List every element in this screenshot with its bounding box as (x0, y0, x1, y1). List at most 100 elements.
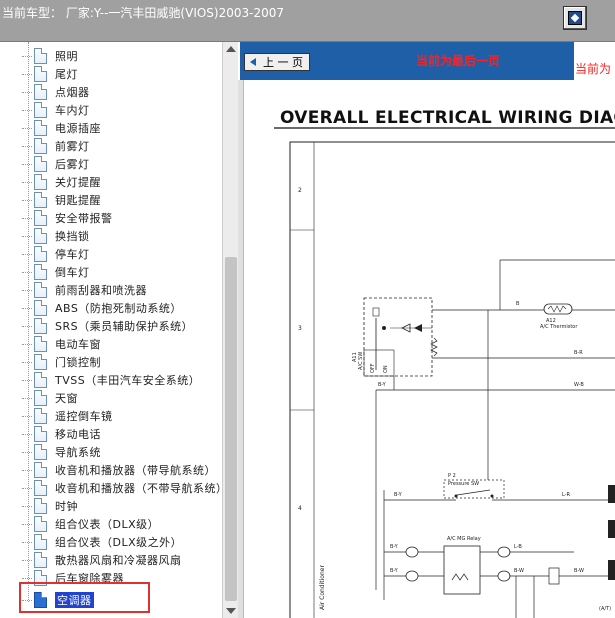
document-icon (34, 192, 47, 208)
tree-connector (22, 397, 32, 399)
tree-item[interactable]: 点烟器 (22, 83, 90, 101)
tree-item[interactable]: TVSS（丰田汽车安全系统） (22, 371, 200, 389)
tree-item[interactable]: 尾灯 (22, 65, 78, 83)
wire-l-r: L-R (562, 492, 571, 498)
document-icon (34, 246, 47, 262)
scroll-up-icon[interactable] (226, 46, 236, 52)
tree-item-label: 导航系统 (55, 446, 101, 459)
wire-w-b: W-B (574, 382, 584, 388)
tree-item[interactable]: 门锁控制 (22, 353, 101, 371)
last-page-status: 当前为最后一页 (416, 54, 501, 68)
tree-connector (22, 307, 32, 309)
tree-item[interactable]: 车内灯 (22, 101, 90, 119)
tree-connector (22, 343, 32, 345)
document-icon (34, 138, 47, 154)
tree-item[interactable]: 收音机和播放器（带导航系统） (22, 461, 216, 479)
wiring-diagram: OVERALL ELECTRICAL WIRING DIAGR 2 3 4 Ai… (244, 80, 615, 618)
tree-item-label: 停车灯 (55, 248, 90, 261)
document-icon (34, 372, 47, 388)
document-icon (34, 462, 47, 478)
tree-item[interactable]: 照明 (22, 47, 78, 65)
tree-connector (22, 505, 32, 507)
off-label: OFF (370, 363, 376, 373)
toggle-view-button[interactable] (563, 6, 587, 30)
document-icon (34, 156, 47, 172)
tree-item-label: 倒车灯 (55, 266, 90, 279)
row-marker-3: 3 (298, 325, 302, 332)
tree-item[interactable]: 前雾灯 (22, 137, 90, 155)
tree-connector (22, 271, 32, 273)
scroll-thumb[interactable] (225, 257, 237, 601)
tree-connector (22, 469, 32, 471)
prev-page-label: 上 一 页 (263, 56, 303, 69)
tree-item[interactable]: 移动电话 (22, 425, 101, 443)
tree-item[interactable]: 时钟 (22, 497, 78, 515)
diagram-viewer: 上 一 页 当前为最后一页 当前为 OVERALL ELECTRICAL WIR… (238, 42, 615, 618)
tree-item[interactable]: 组合仪表（DLX级之外） (22, 533, 182, 551)
document-icon (34, 354, 47, 370)
tree-item[interactable]: 安全带报警 (22, 209, 113, 227)
tree-item[interactable]: 倒车灯 (22, 263, 90, 281)
tree-item-label: 关灯提醒 (55, 176, 101, 189)
wire-b-y-1: B-Y (378, 382, 387, 388)
document-icon (34, 318, 47, 334)
tree-item-label: 尾灯 (55, 68, 78, 81)
scroll-down-icon[interactable] (226, 608, 236, 614)
tree-connector (22, 163, 32, 165)
wire-b-y-2: B-Y (394, 492, 403, 498)
document-icon (34, 48, 47, 64)
document-icon (34, 120, 47, 136)
tree-item[interactable]: 导航系统 (22, 443, 101, 461)
tree-connector (22, 289, 32, 291)
tree-item[interactable]: 遥控倒车镜 (22, 407, 113, 425)
tree-connector (22, 55, 32, 57)
tree-connector (22, 73, 32, 75)
document-icon (34, 210, 47, 226)
tree-item[interactable]: 换挡锁 (22, 227, 90, 245)
tree-item-label: 收音机和播放器（带导航系统） (55, 464, 216, 477)
page-nav-bar: 上 一 页 当前为最后一页 当前为 (238, 42, 615, 80)
tree-item[interactable]: 电动车窗 (22, 335, 101, 353)
tree-item[interactable]: SRS（乘员辅助保护系统） (22, 317, 193, 335)
tree-item[interactable]: 散热器风扇和冷凝器风扇 (22, 551, 182, 569)
tree-item[interactable]: 停车灯 (22, 245, 90, 263)
document-icon (34, 84, 47, 100)
tree-item[interactable]: 天窗 (22, 389, 78, 407)
wire-b-r: B-R (574, 350, 583, 356)
tree-item[interactable]: 收音机和播放器（不带导航系统） (22, 479, 222, 497)
document-icon (34, 390, 47, 406)
tree-item[interactable]: 前雨刮器和喷洗器 (22, 281, 147, 299)
wire-b-w-1: B-W (514, 568, 524, 574)
tree-connector (22, 415, 32, 417)
tree-connector (22, 451, 32, 453)
tree-connector (22, 109, 32, 111)
tree-item-label: 车内灯 (55, 104, 90, 117)
tree-item-label: 电动车窗 (55, 338, 101, 351)
tree-item-label: 组合仪表（DLX级） (55, 518, 160, 531)
tree-item-label: ABS（防抱死制动系统） (55, 302, 182, 315)
tree-item[interactable]: ABS（防抱死制动系统） (22, 299, 182, 317)
document-icon (34, 552, 47, 568)
p2-label: P 2 (448, 473, 456, 479)
tree-item-label: 时钟 (55, 500, 78, 513)
tree-connector (22, 541, 32, 543)
tree-item[interactable]: 组合仪表（DLX级） (22, 515, 159, 533)
tree-connector (22, 253, 32, 255)
tree-item[interactable]: 后雾灯 (22, 155, 90, 173)
tree-connector (22, 145, 32, 147)
tree-connector (22, 577, 32, 579)
tree-item[interactable]: 关灯提醒 (22, 173, 101, 191)
top-header: 当前车型： 厂家:Y--一汽丰田威驰(VIOS)2003-2007 (0, 0, 615, 42)
prev-page-button[interactable]: 上 一 页 (244, 53, 310, 71)
tree-item-label: 前雾灯 (55, 140, 90, 153)
document-icon (34, 534, 47, 550)
ac-thermistor-label: A/C Thermistor (540, 324, 578, 330)
wire-b-y-4: B-Y (390, 568, 399, 574)
tree-scrollbar[interactable] (222, 42, 238, 618)
document-icon (34, 282, 47, 298)
tree-item[interactable]: 钥匙提醒 (22, 191, 101, 209)
tree-item[interactable]: 电源插座 (22, 119, 101, 137)
tree-item-label: 换挡锁 (55, 230, 90, 243)
tree-item-label: 前雨刮器和喷洗器 (55, 284, 147, 297)
tree-connector (22, 217, 32, 219)
